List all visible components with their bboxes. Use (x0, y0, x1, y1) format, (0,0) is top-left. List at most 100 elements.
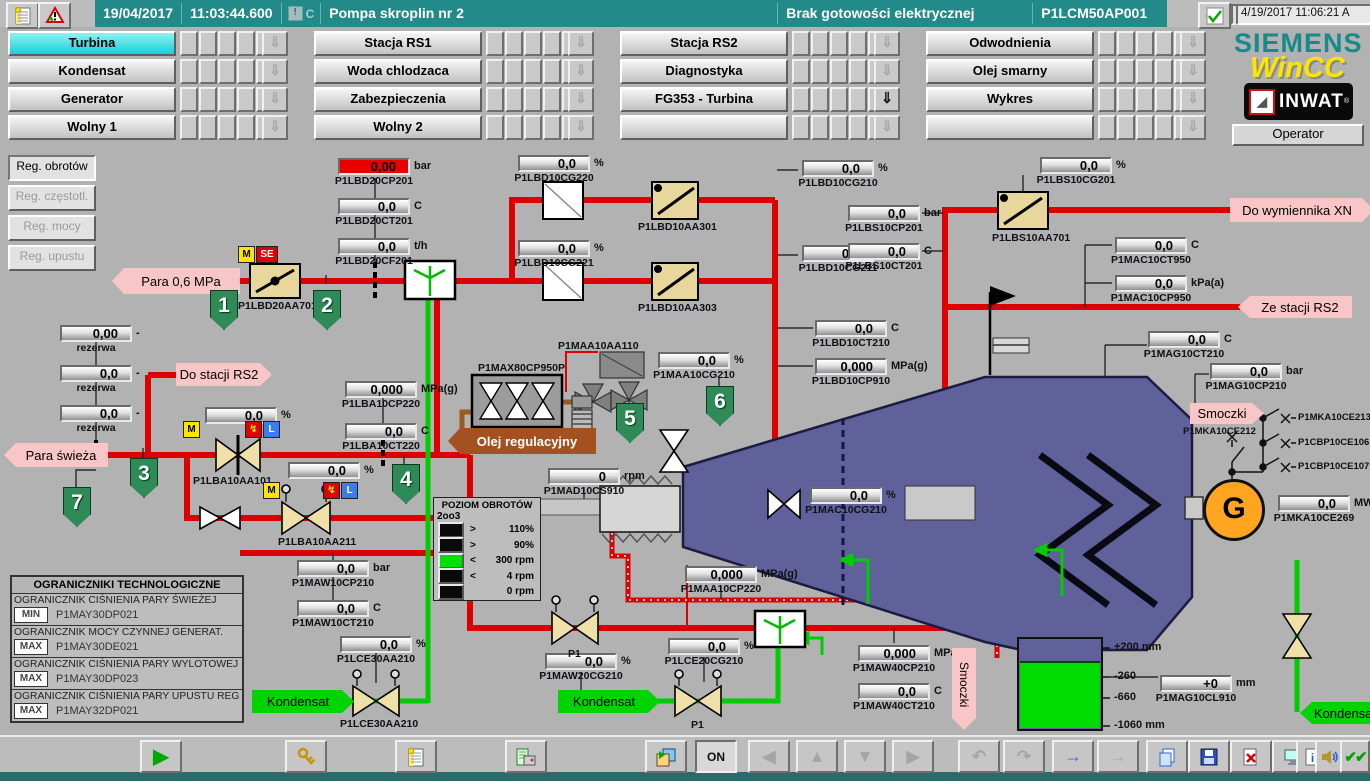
power-fault-badge: ↯ (323, 482, 340, 499)
audio-button[interactable] (1315, 740, 1343, 773)
display-P1LBS10CG201: 0,0%P1LBS10CG201 (1040, 157, 1112, 174)
arrow-left-icon: ◀ (762, 747, 775, 767)
arrow-right-icon: ▶ (906, 747, 919, 767)
limiter-row: OGRANICZNIK MOCY CZYNNEJ GENERAT. MAXP1M… (12, 626, 242, 658)
report-button[interactable] (395, 740, 437, 773)
forward-button[interactable]: → (1097, 740, 1139, 773)
bottom-toolbar: ▶ ON ◀ ▲ ▼ ▶ ↶ ↷ → → (0, 735, 1370, 772)
display-P1MAW20CG210: 0,0%P1MAW20CG210 (545, 653, 617, 670)
breaker-label: P1CBP10CE107 (1298, 461, 1369, 472)
valve-label: P1MAA10AA110 (558, 340, 639, 352)
forward-arrow-icon: → (1110, 747, 1127, 767)
nav-down-button[interactable]: ▼ (844, 740, 886, 773)
nav-left-button[interactable]: ◀ (748, 740, 790, 773)
play-icon: ▶ (153, 744, 168, 769)
login-button[interactable] (285, 740, 327, 773)
svg-text:i: i (1311, 751, 1314, 765)
arrow-up-icon: ▲ (809, 747, 826, 767)
led-indicator (438, 568, 464, 584)
display-P1LBD20CT201: 0,0CP1LBD20CT201 (338, 198, 410, 215)
valve-label: P1 (691, 719, 704, 731)
display-P1LBD10CG210: 0,0%P1LBD10CG210 (802, 160, 874, 177)
display-P1LBD20CP201: 0,00barP1LBD20CP201 (338, 158, 410, 175)
level-scale-mark: -660 (1114, 691, 1136, 703)
delete-document-button[interactable] (1230, 740, 1272, 773)
speaker-icon (1320, 748, 1338, 766)
oil-pump-unit[interactable] (472, 375, 562, 427)
copy-files-button[interactable] (1146, 740, 1188, 773)
led-indicator (438, 584, 464, 600)
display-P1MAW10CT210: 0,0CP1MAW10CT210 (297, 600, 369, 617)
document-x-icon (1242, 747, 1260, 767)
rpm-level-legend: POZIOM OBROTÓW 2oo3 >110% >90% <300 rpm … (433, 497, 541, 601)
printer-icon (515, 747, 537, 767)
display-P1LBA10CT220: 0,0CP1LBA10CT220 (345, 423, 417, 440)
manual-badge: M (183, 421, 200, 438)
undo-button[interactable]: ↶ (958, 740, 1000, 773)
valve-label: P1LBD10AA301 (638, 221, 717, 233)
display-P1MAC10CT950: 0,0CP1MAC10CT950 (1115, 237, 1187, 254)
display-P1MAG10CT210: 0,0CP1MAG10CT210 (1148, 331, 1220, 348)
valve-label: P1LBA10AA101 (193, 475, 272, 487)
flag-marker (990, 286, 1029, 375)
double-check-icon: ✔✔ (1344, 748, 1365, 766)
local-badge: L (263, 421, 280, 438)
flow-label-do-wymiennika-xn: Do wymiennika XN (1230, 198, 1370, 222)
max-badge: MAX (14, 671, 48, 687)
redo-button[interactable]: ↷ (1003, 740, 1045, 773)
display-P1MAW40CP210: 0,000MPa(g)P1MAW40CP210 (858, 645, 930, 662)
led-indicator (438, 537, 464, 553)
generator-symbol[interactable]: G (1203, 479, 1265, 541)
flow-label-kondensat-1: Kondensat (252, 690, 354, 713)
flow-label-kondensat-3: Kondensat (1300, 702, 1370, 724)
se-badge: SE (256, 246, 278, 263)
jump-forward-button[interactable]: → (1052, 740, 1094, 773)
manual-badge: M (238, 246, 255, 263)
display-P1LBD20CF201: 0,0t/hP1LBD20CF201 (338, 238, 410, 255)
key-icon (296, 747, 316, 767)
valve-label: P1LCE30AA210 (340, 718, 418, 730)
display-P1MAW10CP210: 0,0barP1MAW10CP210 (297, 560, 369, 577)
limiter-row: OGRANICZNIK CIŚNIENIA PARY WYLOTOWEJ MAX… (12, 658, 242, 690)
print-button[interactable] (505, 740, 547, 773)
legend-title: POZIOM OBROTÓW (434, 498, 540, 511)
display-P1MKA10CE269: 0,0MWP1MKA10CE269 (1278, 495, 1350, 512)
nav-up-button[interactable]: ▲ (796, 740, 838, 773)
display-P1LBS10CT201: 0,0CP1LBS10CT201 (848, 243, 920, 260)
nav-right-button[interactable]: ▶ (892, 740, 934, 773)
window-switch-button[interactable] (645, 740, 687, 773)
limiters-title: OGRANICZNIKI TECHNOLOGICZNE (12, 577, 242, 594)
display-P1MAG10CP210: 0,0barP1MAG10CP210 (1210, 363, 1282, 380)
limiter-row: OGRANICZNIK CIŚNIENIA PARY ŚWIEŻEJ MINP1… (12, 594, 242, 626)
display-P1MAC10CG210: 0,0%P1MAC10CG210 (810, 487, 882, 504)
led-indicator-active (438, 553, 464, 569)
save-button[interactable] (1188, 740, 1230, 773)
min-badge: MIN (14, 607, 48, 623)
turbine-body (683, 377, 1192, 650)
display-P1MAW40CT210: 0,0CP1MAW40CT210 (858, 683, 930, 700)
limiter-row: OGRANICZNIK CIŚNIENIA PARY UPUSTU REG MA… (12, 690, 242, 721)
flow-label-para-swieza: Para świeża (4, 443, 108, 467)
breaker-label: P1CBP10CE106 (1298, 437, 1369, 448)
display-P1MAC10CP950: 0,0kPa(a)P1MAC10CP950 (1115, 275, 1187, 292)
valve-label: P1LBD10AA303 (638, 302, 717, 314)
display-P1LBD10CT210: 0,0CP1LBD10CT210 (815, 320, 887, 337)
max-badge: MAX (14, 639, 48, 655)
condenser (1018, 638, 1110, 730)
undo-icon: ↶ (972, 747, 986, 767)
max-badge: MAX (14, 703, 48, 719)
display-P1MAG10CL910: +0mmP1MAG10CL910 (1160, 675, 1232, 692)
technological-limiters-table: OGRANICZNIKI TECHNOLOGICZNE OGRANICZNIK … (10, 575, 244, 723)
flow-label-kondensat-2: Kondensat (558, 690, 660, 713)
valve-label: P1LBD20AA701 (238, 300, 317, 312)
confirm-button[interactable]: ✔✔ (1340, 740, 1370, 773)
valve-label: P1 (568, 648, 581, 660)
runtime-start-button[interactable]: ▶ (140, 740, 182, 773)
on-button[interactable]: ON (695, 740, 737, 773)
files-icon (1157, 747, 1177, 767)
jump-arrow-icon: → (1064, 746, 1082, 767)
flow-label-smoczki: Smoczki (1190, 403, 1264, 424)
save-floppy-icon (1200, 748, 1218, 766)
level-scale-mark: -1060 mm (1114, 719, 1165, 731)
valve-label: P1LBS10AA701 (992, 232, 1070, 244)
